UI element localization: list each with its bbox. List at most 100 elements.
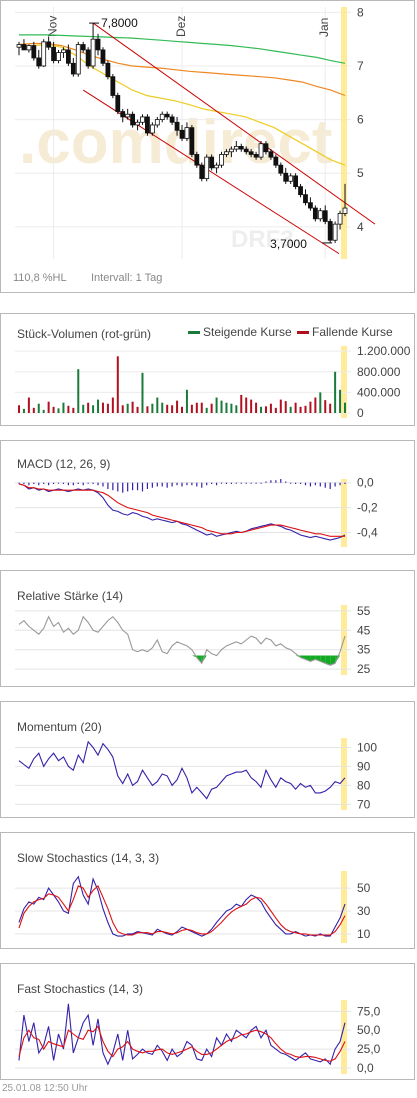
macd-histogram-bar: [270, 480, 272, 483]
series-line-indicator: [18, 1003, 346, 1066]
volume-bar: [240, 394, 243, 413]
candle: [85, 47, 91, 69]
volume-bar: [141, 372, 144, 413]
volume-bar: [121, 405, 124, 413]
macd-histogram-bar: [57, 482, 60, 484]
macd-histogram-bar: [245, 482, 247, 484]
volume-bar: [82, 404, 85, 413]
y-tick-label: 7: [357, 59, 364, 73]
month-label: Nov: [46, 16, 60, 37]
volume-bar: [230, 403, 233, 413]
candle-body: [278, 164, 284, 174]
candle-body: [110, 76, 116, 96]
candle-body: [90, 38, 96, 67]
macd-histogram-bar: [87, 482, 89, 484]
candle-body: [312, 207, 318, 220]
y-tick-label: 800.000: [357, 365, 401, 379]
volume-bar: [156, 397, 159, 413]
candle-body: [61, 49, 66, 53]
candle-body: [115, 95, 121, 112]
candle-body: [154, 119, 160, 126]
macd-histogram-bar: [77, 482, 79, 484]
candle: [258, 141, 264, 160]
series-line-grey: [18, 615, 346, 666]
rsi-chart: 55 45 35 25: [15, 604, 371, 676]
candle: [36, 49, 42, 69]
candle: [308, 197, 313, 211]
candle-body: [145, 116, 150, 134]
candle: [145, 114, 150, 136]
volume-bar: [264, 406, 267, 413]
current-day-highlight: [341, 738, 347, 810]
volume-bar: [195, 402, 198, 413]
series-line-indicator: [18, 483, 346, 541]
candle-body: [224, 151, 229, 155]
macd-histogram-bar: [132, 482, 134, 491]
macd-histogram-bar: [211, 482, 213, 484]
candle-body: [194, 154, 200, 166]
macd-histogram-bar: [215, 482, 218, 486]
macd-histogram-bar: [166, 482, 168, 488]
macd-histogram-bar: [107, 482, 109, 489]
volume-bar: [22, 408, 25, 413]
volume-bar: [269, 403, 272, 413]
candle-body: [214, 164, 219, 169]
candle-body: [209, 156, 215, 169]
macd-histogram-bar: [304, 482, 307, 486]
volume-bar: [18, 405, 20, 413]
candle: [293, 173, 299, 190]
volume-bar: [215, 397, 218, 413]
candle: [209, 154, 215, 171]
volume-bar: [57, 408, 60, 413]
macd-histogram-bar: [82, 482, 84, 486]
macd-histogram-bar: [141, 482, 144, 492]
candle-body: [184, 127, 190, 139]
macd-histogram-bar: [62, 482, 65, 484]
macd-histogram-bar: [156, 482, 158, 487]
volume-panel: Stück-Volumen (rot-grün) Steigende Kurse…: [0, 313, 415, 426]
candle-body: [327, 221, 333, 241]
macd-histogram-bar: [240, 482, 242, 484]
volume-bar: [171, 405, 174, 413]
candle-body: [130, 113, 136, 126]
macd-histogram-bar: [176, 482, 178, 486]
volume-bar: [309, 401, 312, 413]
candle-body: [288, 175, 294, 182]
volume-bar: [27, 397, 30, 413]
volume-bar: [250, 399, 253, 413]
volume-bar: [220, 400, 223, 413]
candle-body: [46, 41, 52, 48]
candle-body: [70, 62, 76, 75]
macd-histogram-bar: [117, 482, 119, 492]
candle-body: [56, 52, 61, 62]
volume-bar: [131, 401, 134, 413]
candle: [332, 221, 338, 243]
macd-histogram-bar: [324, 482, 326, 488]
macd-histogram-bar: [48, 482, 50, 486]
candle-body: [120, 111, 126, 118]
candle: [327, 218, 333, 243]
y-tick-label: 0,0: [357, 1061, 374, 1075]
momentum-panel: Momentum (20) 100 90 80 70: [0, 701, 415, 818]
y-tick-label: 1.200.000: [357, 344, 411, 358]
macd-histogram-bar: [136, 482, 139, 491]
volume-bar: [67, 405, 70, 413]
month-label: Jan: [317, 18, 331, 37]
volume-bar: [77, 369, 80, 413]
candle: [26, 44, 32, 53]
candle: [31, 41, 37, 61]
candle: [21, 39, 27, 51]
volume-bar: [52, 406, 55, 413]
volume-bar: [235, 405, 238, 413]
y-tick-label: 25,0: [357, 1042, 381, 1056]
y-tick-label: 30: [357, 904, 371, 918]
candle: [219, 151, 224, 168]
slow-stochastics-chart: 50 30 10: [15, 871, 371, 943]
volume-bar: [185, 389, 188, 413]
y-tick-label: 0,0: [357, 476, 374, 490]
y-tick-label: 50,0: [357, 1023, 381, 1037]
watermark: .comdirect: [19, 108, 333, 177]
y-tick-label: 8: [357, 5, 364, 19]
timestamp-footer: 25.01.08 12:50 Uhr: [2, 1083, 88, 1094]
macd-histogram-bar: [28, 482, 30, 486]
